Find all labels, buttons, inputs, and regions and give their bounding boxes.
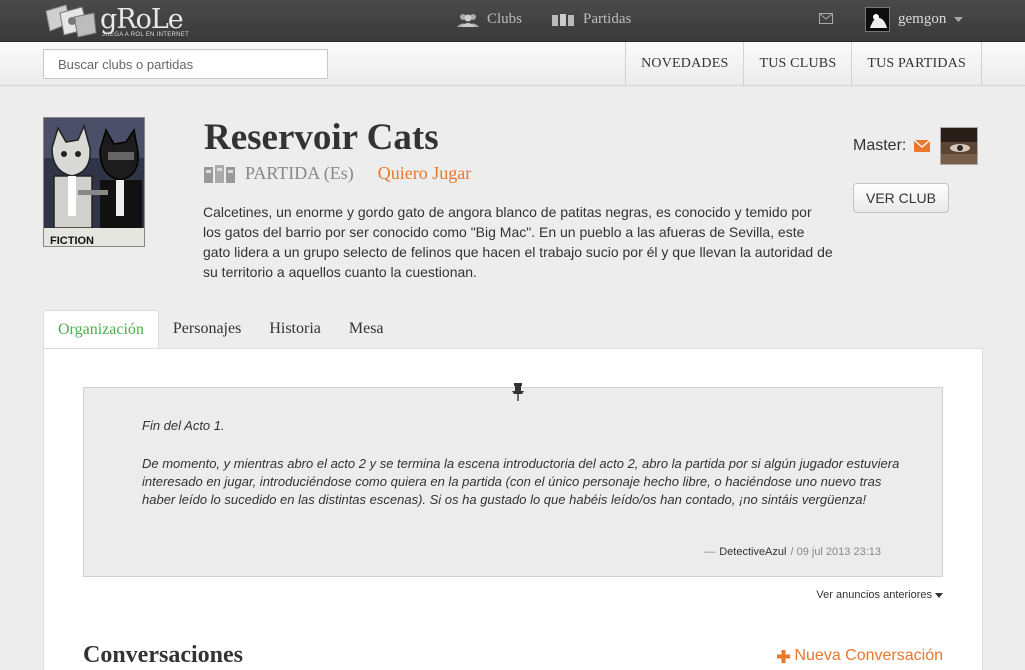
nav-tus-partidas[interactable]: TUS PARTIDAS (851, 42, 982, 86)
search-input[interactable] (43, 49, 328, 79)
announcement-heading: Fin del Acto 1. (142, 418, 225, 433)
conversations-title: Conversaciones (83, 642, 243, 668)
user-menu[interactable]: gemgon (865, 7, 964, 32)
logo-text: gRoLe (100, 4, 184, 35)
mail-icon[interactable] (819, 13, 833, 24)
section-nav: NOVEDADES TUS CLUBS TUS PARTIDAS (625, 42, 982, 86)
envelope-icon[interactable] (914, 140, 931, 152)
game-meta: PARTIDA (Es) Quiero Jugar (203, 163, 471, 184)
nav-tus-clubs[interactable]: TUS CLUBS (743, 42, 851, 86)
tab-historia[interactable]: Historia (255, 310, 335, 348)
announcement-byline: — DetectiveAzul / 09 jul 2013 23:13 (704, 546, 881, 558)
chevron-down-icon (954, 16, 964, 22)
user-avatar (865, 7, 890, 32)
announcement-body: De momento, y mientras abro el acto 2 y … (142, 456, 900, 507)
top-navbar: gRoLe JUEGA A ROL EN INTERNET Clubs Part… (0, 0, 1025, 42)
master-label: Master: (853, 137, 907, 154)
cover-caption: FICTION (50, 235, 94, 247)
users-icon (457, 13, 479, 27)
game-description: Calcetines, un enorme y gordo gato de an… (203, 204, 833, 280)
pin-icon (512, 383, 524, 401)
game-title: Reservoir Cats (204, 117, 439, 158)
game-type-label: PARTIDA (Es) (245, 163, 354, 183)
game-cover-image: FICTION (43, 117, 145, 247)
join-game-link[interactable]: Quiero Jugar (378, 163, 471, 184)
tab-personajes[interactable]: Personajes (159, 310, 255, 348)
announcement-author[interactable]: DetectiveAzul (719, 546, 786, 558)
announcement-date: / 09 jul 2013 23:13 (790, 546, 881, 558)
new-conversation-label: Nueva Conversación (794, 647, 943, 664)
master-avatar[interactable] (940, 127, 979, 165)
caret-down-icon (935, 592, 943, 598)
plus-icon (777, 649, 791, 663)
site-logo[interactable]: gRoLe JUEGA A ROL EN INTERNET (44, 3, 192, 39)
nav-partidas-label: Partidas (583, 11, 632, 27)
logo-emblem-icon (45, 4, 97, 38)
logo-tagline: JUEGA A ROL EN INTERNET (102, 32, 190, 38)
nav-clubs[interactable]: Clubs (457, 11, 522, 28)
nav-novedades[interactable]: NOVEDADES (625, 42, 743, 86)
nav-clubs-label: Clubs (487, 11, 523, 27)
new-conversation-button[interactable]: Nueva Conversación (777, 647, 943, 665)
username: gemgon (898, 11, 947, 27)
game-type-icon (204, 164, 235, 183)
cards-icon (552, 13, 574, 26)
tab-organizacion[interactable]: Organización (43, 310, 159, 349)
byline-dash: — (704, 546, 716, 558)
previous-announcements-label: Ver anuncios anteriores (816, 589, 932, 601)
ver-club-button[interactable]: VER CLUB (853, 183, 949, 213)
master-info: Master: (853, 127, 979, 165)
nav-partidas[interactable]: Partidas (551, 11, 631, 28)
secondary-navbar: NOVEDADES TUS CLUBS TUS PARTIDAS (0, 42, 1025, 86)
previous-announcements-link[interactable]: Ver anuncios anteriores (816, 589, 943, 601)
tab-mesa[interactable]: Mesa (335, 310, 398, 348)
game-tabs: Organización Personajes Historia Mesa (43, 310, 398, 349)
